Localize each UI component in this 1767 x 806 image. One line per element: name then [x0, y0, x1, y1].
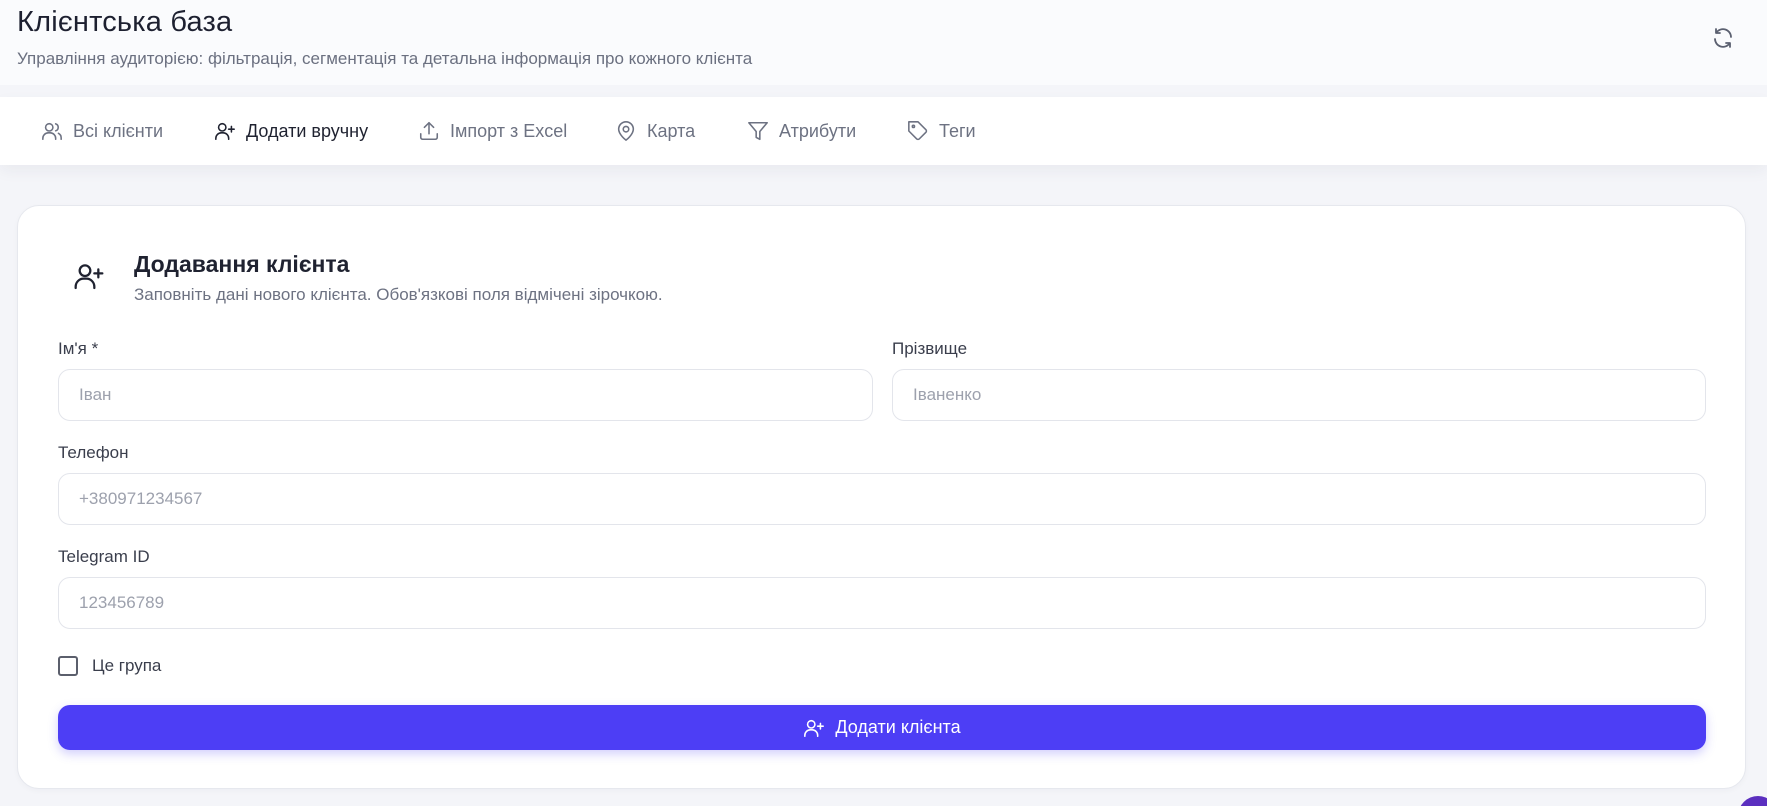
page-subtitle: Управління аудиторією: фільтрація, сегме… [17, 49, 753, 68]
is-group-checkbox[interactable] [58, 656, 78, 676]
telegram-id-label: Telegram ID [58, 547, 150, 566]
filter-icon [748, 121, 768, 141]
tab-label: Додати вручну [246, 120, 369, 141]
last-name-input[interactable] [892, 369, 1706, 421]
refresh-icon [1714, 28, 1732, 48]
refresh-button[interactable] [1709, 24, 1737, 52]
phone-input[interactable] [58, 473, 1706, 525]
tab-label: Всі клієнти [73, 120, 164, 141]
tab-label: Карта [647, 120, 696, 141]
map-pin-icon [617, 121, 635, 141]
tab-attributes[interactable]: Атрибути [747, 97, 856, 165]
page-header: Клієнтська база Управління аудиторією: ф… [0, 0, 1767, 85]
tabs-bar: Всі клієнти Додати вручну Імпорт з Excel… [0, 97, 1767, 165]
first-name-input[interactable] [58, 369, 873, 421]
is-group-toggle[interactable]: Це група [58, 656, 161, 676]
users-icon [42, 122, 62, 141]
tab-label: Атрибути [779, 120, 857, 141]
tab-tags[interactable]: Теги [907, 97, 976, 165]
page-title: Клієнтська база [17, 6, 233, 38]
phone-label: Телефон [58, 443, 129, 462]
tab-import-excel[interactable]: Імпорт з Excel [418, 97, 567, 165]
card-description: Заповніть дані нового клієнта. Обов'язко… [134, 285, 663, 304]
upload-icon [419, 121, 439, 141]
card-title: Додавання клієнта [134, 251, 350, 277]
add-client-card: Додавання клієнта Заповніть дані нового … [17, 205, 1746, 789]
user-plus-icon [804, 719, 825, 737]
is-group-label: Це група [92, 656, 162, 675]
tab-add-manually[interactable]: Додати вручну [214, 97, 368, 165]
tag-icon [908, 121, 928, 141]
tab-label: Теги [939, 120, 976, 141]
add-client-button-label: Додати клієнта [835, 717, 961, 737]
tab-all-clients[interactable]: Всі клієнти [41, 97, 163, 165]
tab-label: Імпорт з Excel [450, 120, 568, 141]
add-client-button[interactable]: Додати клієнта [58, 705, 1706, 750]
user-plus-icon [74, 264, 104, 290]
floating-action-button[interactable] [1738, 796, 1767, 806]
user-plus-icon [215, 122, 235, 141]
tab-map[interactable]: Карта [615, 97, 695, 165]
last-name-label: Прізвище [892, 339, 968, 358]
first-name-label: Ім'я * [58, 339, 99, 358]
telegram-id-input[interactable] [58, 577, 1706, 629]
